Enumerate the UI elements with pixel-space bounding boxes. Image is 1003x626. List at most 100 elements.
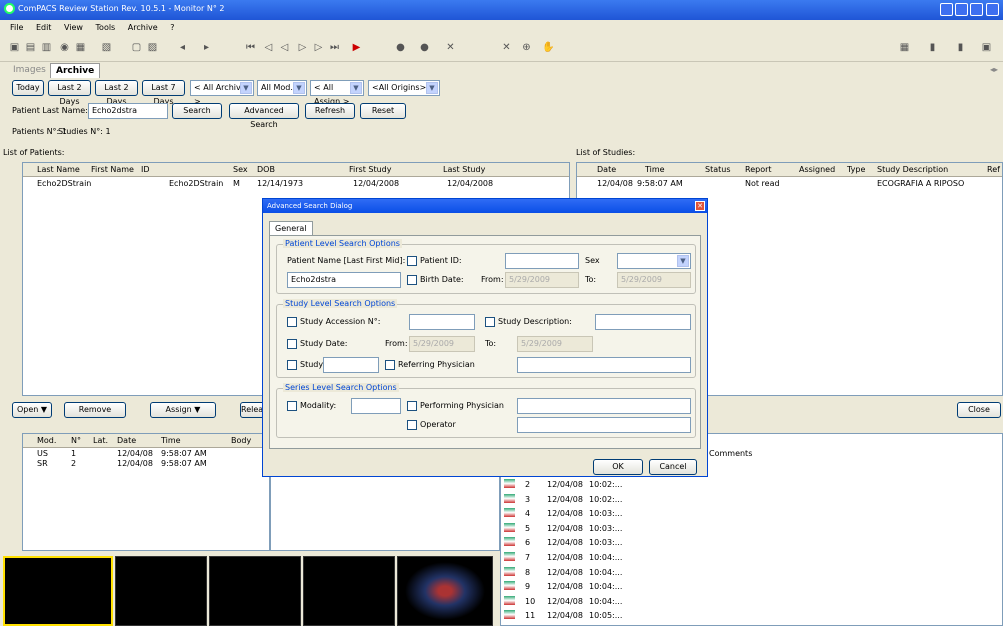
- list-item[interactable]: 6 12/04/08 10:03:...: [501, 536, 1002, 547]
- tab-scroll-icon[interactable]: ◂▸: [990, 65, 998, 74]
- minimize-icon[interactable]: [970, 3, 983, 16]
- comments-column-header[interactable]: Comments: [709, 449, 752, 458]
- performing-physician-checkbox[interactable]: [407, 401, 417, 411]
- table-row[interactable]: Echo2DStrain Echo2DStrain M 12/14/1973 1…: [23, 177, 569, 188]
- restore-icon[interactable]: [955, 3, 968, 16]
- tab-archive[interactable]: Archive: [50, 63, 101, 78]
- tab-images[interactable]: Images: [8, 63, 51, 77]
- thumbnail-5[interactable]: [397, 556, 493, 626]
- remove-button[interactable]: Remove: [64, 402, 126, 418]
- patient-id-input[interactable]: [505, 253, 579, 269]
- birth-to-date[interactable]: 5/29/2009: [617, 272, 691, 288]
- col-status[interactable]: Status: [705, 165, 731, 174]
- menu-tools[interactable]: Tools: [96, 23, 116, 32]
- save-icon[interactable]: ▤: [24, 42, 37, 54]
- assign-select[interactable]: < All Assign.> ▼: [310, 80, 364, 106]
- sex-select[interactable]: ▼: [617, 253, 691, 269]
- close-button[interactable]: Close: [957, 402, 1001, 418]
- menu-view[interactable]: View: [64, 23, 83, 32]
- col-study-description[interactable]: Study Description: [877, 165, 948, 174]
- col-body[interactable]: Body: [231, 436, 251, 445]
- origins-select[interactable]: <All Origins> ▼: [368, 80, 440, 96]
- col-last-study[interactable]: Last Study: [443, 165, 485, 174]
- study-accession-input[interactable]: [409, 314, 475, 330]
- col-type[interactable]: Type: [847, 165, 865, 174]
- tab-general[interactable]: General: [269, 221, 313, 235]
- contrast-icon[interactable]: ●: [394, 42, 407, 54]
- search-button[interactable]: Search: [172, 103, 222, 119]
- study-description-checkbox[interactable]: [485, 317, 495, 327]
- compare-icon[interactable]: ▮: [926, 42, 939, 54]
- operator-input[interactable]: [517, 417, 691, 433]
- cancel-button[interactable]: Cancel: [649, 459, 697, 475]
- patient-id-checkbox[interactable]: [407, 256, 417, 266]
- list-item[interactable]: 9 12/04/08 10:04:...: [501, 580, 1002, 591]
- series-table[interactable]: Mod. N° Lat. Date Time Body US 1 12/04/0…: [22, 433, 270, 551]
- col-series-date[interactable]: Date: [117, 436, 136, 445]
- forward-icon[interactable]: ▸: [200, 42, 213, 54]
- zoom-icon[interactable]: ⊕: [520, 42, 533, 54]
- menu-help[interactable]: ?: [170, 23, 174, 32]
- print-icon[interactable]: ▣: [8, 42, 21, 54]
- menu-archive[interactable]: Archive: [128, 23, 158, 32]
- open-button[interactable]: Open ▼: [12, 402, 52, 418]
- invert-icon[interactable]: ●: [418, 42, 431, 54]
- study-id-input[interactable]: [323, 357, 379, 373]
- patient-last-name-input[interactable]: Echo2dstra: [88, 103, 168, 119]
- cine-icon[interactable]: ▶: [350, 42, 363, 54]
- list-item[interactable]: 8 12/04/08 10:04:...: [501, 566, 1002, 577]
- col-mod[interactable]: Mod.: [37, 436, 56, 445]
- col-sex[interactable]: Sex: [233, 165, 248, 174]
- thumbnail-3[interactable]: [209, 556, 301, 626]
- modality-checkbox[interactable]: [287, 401, 297, 411]
- last-7-days-button[interactable]: Last 7 Days: [142, 80, 185, 106]
- table-row[interactable]: SR 2 12/04/08 9:58:07 AM: [23, 457, 269, 468]
- play-icon[interactable]: ▷: [296, 42, 309, 54]
- col-lat[interactable]: Lat.: [93, 436, 108, 445]
- study-from-date[interactable]: 5/29/2009: [409, 336, 475, 352]
- birth-date-checkbox[interactable]: [407, 275, 417, 285]
- ok-button[interactable]: OK: [593, 459, 643, 475]
- thumbnail-icon[interactable]: ▣: [980, 42, 993, 54]
- study-accession-checkbox[interactable]: [287, 317, 297, 327]
- list-item[interactable]: 3 12/04/08 10:02:...: [501, 493, 1002, 504]
- list-item[interactable]: 11 12/04/08 10:05:...: [501, 609, 1002, 620]
- last-2-days-button-2[interactable]: Last 2 Days: [95, 80, 138, 106]
- thumbnail-1[interactable]: [3, 556, 113, 626]
- refresh-button[interactable]: Refresh: [305, 103, 355, 119]
- col-last-name[interactable]: Last Name: [37, 165, 80, 174]
- list-item[interactable]: 7 12/04/08 10:04:...: [501, 551, 1002, 562]
- study-to-date[interactable]: 5/29/2009: [517, 336, 593, 352]
- list-item[interactable]: 5 12/04/08 10:03:...: [501, 522, 1002, 533]
- menu-file[interactable]: File: [10, 23, 23, 32]
- col-ref[interactable]: Ref: [987, 165, 1000, 174]
- close-icon[interactable]: [986, 3, 999, 16]
- first-icon[interactable]: ⏮: [244, 42, 257, 54]
- last-2-days-button[interactable]: Last 2 Days: [48, 80, 91, 106]
- study-date-checkbox[interactable]: [287, 339, 297, 349]
- birth-from-date[interactable]: 5/29/2009: [505, 272, 579, 288]
- grid-icon[interactable]: ▦: [898, 42, 911, 54]
- operator-checkbox[interactable]: [407, 420, 417, 430]
- pan-icon[interactable]: ✋: [542, 42, 555, 54]
- archives-select[interactable]: < All Archives > ▼: [190, 80, 254, 106]
- today-button[interactable]: Today: [12, 80, 44, 96]
- study-id-checkbox[interactable]: [287, 360, 297, 370]
- help-icon[interactable]: [940, 3, 953, 16]
- col-first-study[interactable]: First Study: [349, 165, 391, 174]
- advanced-search-button[interactable]: Advanced Search: [229, 103, 299, 129]
- modality-select[interactable]: All Mod. ▼: [257, 80, 307, 96]
- col-date[interactable]: Date: [597, 165, 616, 174]
- col-n[interactable]: N°: [71, 436, 81, 445]
- dialog-close-icon[interactable]: ✕: [695, 201, 705, 211]
- prev-page-icon[interactable]: ◁: [262, 42, 275, 54]
- list-item[interactable]: 4 12/04/08 10:03:...: [501, 507, 1002, 518]
- thumbnail-4[interactable]: [303, 556, 395, 626]
- col-report[interactable]: Report: [745, 165, 772, 174]
- next-icon[interactable]: ▷: [312, 42, 325, 54]
- window-icon[interactable]: ▢: [130, 42, 143, 54]
- document-icon[interactable]: ▥: [40, 42, 53, 54]
- list-item[interactable]: 10 12/04/08 10:04:...: [501, 595, 1002, 606]
- performing-physician-input[interactable]: [517, 398, 691, 414]
- reset-button[interactable]: Reset: [360, 103, 406, 119]
